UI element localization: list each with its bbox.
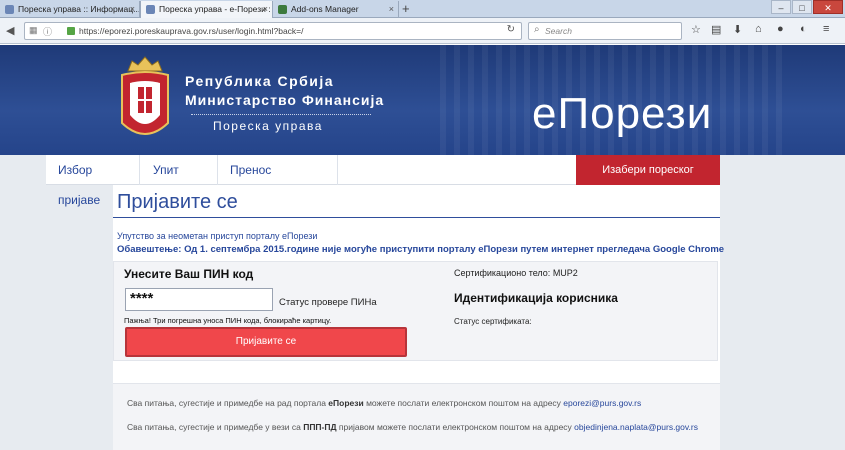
tab-label: Пореска управа :: Информац... [18, 4, 140, 14]
cert-body-value: MUP2 [552, 268, 578, 278]
close-window-icon[interactable]: ✕ [813, 0, 843, 14]
url-bar[interactable]: ▦ ⓘ https://eporezi.poreskauprava.gov.rs… [24, 22, 522, 40]
page-title: Пријавите се [117, 191, 238, 213]
tab-favicon-icon [278, 5, 287, 14]
pin-input[interactable]: **** [125, 288, 273, 311]
contact-bold: ППП-ПД [303, 422, 337, 432]
certificate-status-label: Статус сертификата: [454, 317, 532, 326]
menu-item-filing[interactable]: Избор пријаве [46, 155, 140, 207]
search-bar[interactable]: ⌕ Search [528, 22, 682, 40]
tab-favicon-icon [5, 5, 14, 14]
browser-tab-3[interactable]: Add-ons Manager × [273, 1, 399, 18]
contact-footer: Сва питања, сугестије и примедбе на рад … [113, 383, 720, 450]
contact-text: Сва питања, сугестије и примедбе на рад … [127, 398, 329, 408]
title-divider [191, 114, 371, 115]
chat-icon[interactable]: ● [777, 23, 784, 35]
pocket-icon[interactable]: ◐ [800, 23, 807, 35]
back-arrow-icon[interactable]: ◀ [6, 24, 14, 37]
serbian-coat-of-arms-icon [121, 56, 169, 135]
pin-warning: Пажња! Три погрешна уноса ПИН кода, блок… [124, 316, 332, 325]
help-link[interactable]: Упутство за неометан приступ порталу еПо… [117, 231, 317, 241]
minimize-icon[interactable]: – [771, 0, 791, 14]
reload-icon[interactable]: ↻ [507, 24, 515, 35]
search-placeholder: Search [545, 26, 572, 36]
brand-text: еПорези [532, 89, 713, 138]
contact-row-eporezi: Сва питања, сугестије и примедбе на рад … [127, 398, 641, 408]
maximize-icon[interactable]: □ [792, 0, 812, 14]
search-icon: ⌕ [534, 24, 540, 35]
agency-name: Пореска управа [213, 119, 323, 133]
url-text[interactable]: https://eporezi.poreskauprava.gov.rs/use… [79, 23, 304, 39]
browser-tab-2[interactable]: Пореска управа - е-Порези : ... × [140, 1, 273, 18]
select-taxpayer-button[interactable]: Изабери пореског обвезника [576, 155, 720, 206]
new-tab-button[interactable]: + [402, 0, 410, 17]
government-title: Република Србија Министарство Финансија … [185, 73, 384, 133]
contact-text: пријавом можете послати електронском пош… [336, 422, 575, 432]
site-header: Република Србија Министарство Финансија … [0, 45, 845, 155]
main-menu: Избор пријаве Упит стања Пренос овлашћењ… [46, 155, 720, 207]
email-link-eporezi[interactable]: eporezi@purs.gov.rs [563, 398, 641, 408]
ministry-name: Министарство Финансија [185, 92, 385, 108]
menu-item-authorization[interactable]: Пренос овлашћења [218, 155, 338, 207]
contact-text: Сва питања, сугестије и примедбе у вези … [127, 422, 304, 432]
menu-icon[interactable]: ≡ [823, 23, 829, 35]
tab-label: Add-ons Manager [291, 4, 359, 14]
certification-body: Сертификационо тело: MUP2 [454, 268, 578, 278]
tab-favicon-icon [146, 5, 155, 14]
browser-tab-1[interactable]: Пореска управа :: Информац... × [0, 1, 140, 18]
login-form: Унесите Ваш ПИН код **** Статус провере … [113, 261, 718, 361]
info-icon[interactable]: ⓘ [43, 25, 52, 38]
user-identification-title: Идентификација корисника [454, 291, 618, 305]
lock-icon[interactable] [67, 27, 75, 35]
pin-status-label: Статус провере ПИНа [279, 297, 377, 308]
login-button[interactable]: Пријавите се [125, 327, 407, 357]
tab-close-icon[interactable]: × [263, 1, 268, 18]
bookmark-star-icon[interactable]: ☆ [691, 23, 701, 36]
republic-name: Република Србија [185, 73, 335, 89]
browser-nav-bar: ◀ ▦ ⓘ https://eporezi.poreskauprava.gov.… [0, 18, 845, 44]
contact-row-ppppd: Сва питања, сугестије и примедбе у вези … [127, 422, 698, 432]
email-link-naplata[interactable]: objedinjena.naplata@purs.gov.rs [574, 422, 698, 432]
home-icon[interactable]: ⌂ [755, 23, 762, 35]
eporezi-logo[interactable]: еПорези [532, 89, 712, 139]
tab-close-icon[interactable]: × [130, 1, 135, 18]
cert-body-label: Сертификационо тело: [454, 268, 551, 278]
contact-text: можете послати електронском поштом на ад… [363, 398, 564, 408]
chrome-notice: Обавештење: Од 1. септембра 2015.године … [117, 244, 725, 255]
download-icon[interactable]: ⬇ [733, 23, 742, 36]
tab-close-icon[interactable]: × [389, 1, 394, 18]
browser-tab-bar: Пореска управа :: Информац... × Пореска … [0, 0, 845, 18]
menu-item-balance[interactable]: Упит стања [140, 155, 218, 207]
reading-list-icon[interactable]: ▤ [711, 23, 721, 36]
title-underline [113, 217, 720, 218]
window-controls: – □ ✕ [770, 0, 843, 17]
page: Република Србија Министарство Финансија … [0, 45, 845, 450]
pin-label: Унесите Ваш ПИН код [124, 267, 254, 281]
tab-label: Пореска управа - е-Порези : ... [159, 4, 273, 14]
contact-bold: еПорези [328, 398, 364, 408]
grid-icon: ▦ [29, 25, 38, 35]
